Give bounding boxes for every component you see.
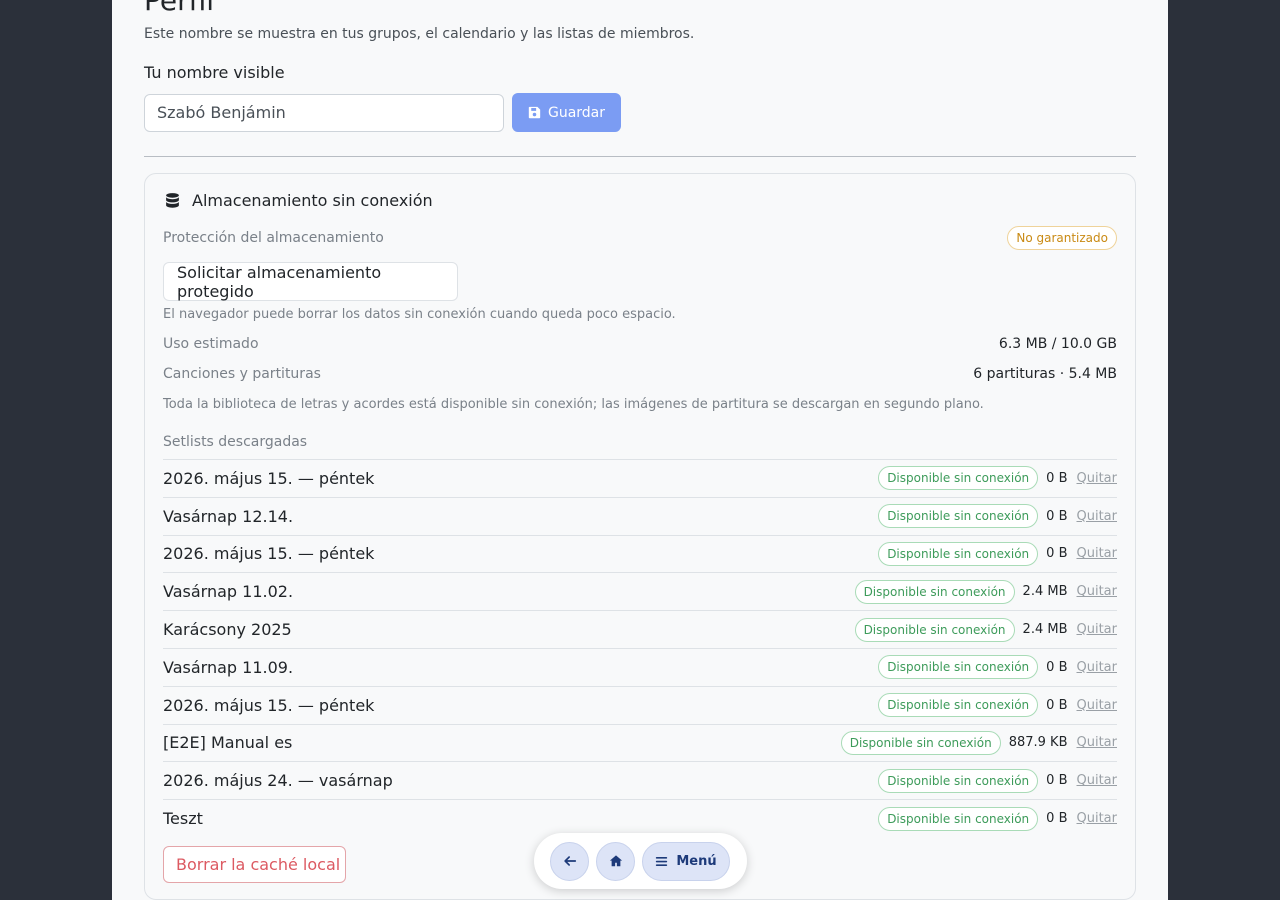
home-button[interactable] [596,841,635,881]
setlist-size: 0 B [1046,546,1068,562]
offline-status-badge: Disponible sin conexión [854,579,1015,604]
offline-status-badge: Disponible sin conexión [878,504,1039,529]
remove-setlist-link[interactable]: Quitar [1077,698,1118,713]
setlist-size: 887.9 KB [1008,735,1068,751]
offline-status-badge: Disponible sin conexión [854,617,1015,642]
setlist-name: Karácsony 2025 [163,620,292,640]
setlist-name: Vasárnap 11.02. [163,582,294,602]
page-subtitle: Este nombre se muestra en tus grupos, el… [144,26,695,42]
setlist-size: 0 B [1046,773,1068,789]
usage-row: Uso estimado 6.3 MB / 10.0 GB [163,336,1117,352]
offline-status-badge: Disponible sin conexión [878,655,1039,680]
remove-setlist-link[interactable]: Quitar [1077,546,1118,561]
home-icon [609,855,622,867]
floppy-disk-icon [528,106,541,119]
offline-status-badge: Disponible sin conexión [878,541,1039,566]
setlist-size: 0 B [1046,697,1068,713]
section-divider [144,156,1136,157]
protection-label: Protección del almacenamiento [163,230,384,246]
setlist-size: 2.4 MB [1022,622,1068,638]
hamburger-icon [656,856,668,866]
save-button-label: Guardar [547,104,606,121]
page-title: Perfil [144,0,215,17]
list-item: Vasárnap 11.09. Disponible sin conexión … [163,647,1118,686]
list-item: 2026. május 24. — vasárnap Disponible si… [163,761,1117,799]
setlist-size: 0 B [1046,470,1068,486]
menu-button-label: Menú [676,853,717,869]
card-header: Almacenamiento sin conexión [164,189,433,211]
menu-button[interactable]: Menú [642,841,730,881]
setlist-name: 2026. május 15. — péntek [163,468,375,488]
list-item: Teszt Disponible sin conexión 0 B Quitar [163,799,1117,837]
offline-status-badge: Disponible sin conexión [878,768,1039,793]
protection-status-badge: No garantizado [1007,226,1117,250]
songs-row: Canciones y partituras 6 partituras · 5.… [163,366,1117,382]
songs-value: 6 partituras · 5.4 MB [973,366,1117,382]
list-item: [E2E] Manual es Disponible sin conexión … [163,723,1118,762]
list-item: 2026. május 15. — péntek Disponible sin … [163,534,1118,573]
setlists-label: Setlists descargadas [163,434,308,450]
protection-row: Protección del almacenamiento No garanti… [163,226,1117,250]
songs-label: Canciones y partituras [163,366,321,382]
offline-status-badge: Disponible sin conexión [878,466,1039,491]
setlist-list: 2026. május 15. — péntek Disponible sin … [163,459,1117,837]
bottom-nav: Menú [534,833,747,889]
remove-setlist-link[interactable]: Quitar [1077,471,1118,486]
setlist-name: 2026. május 15. — péntek [163,695,375,715]
list-item: Vasárnap 12.14. Disponible sin conexión … [163,496,1118,535]
setlist-name: 2026. május 24. — vasárnap [163,771,393,791]
list-item: 2026. május 15. — péntek Disponible sin … [163,685,1118,724]
setlist-name: Teszt [163,809,203,829]
list-item: 2026. május 15. — péntek Disponible sin … [163,459,1117,497]
display-name-input[interactable]: Szabó Benjámin [144,94,504,132]
offline-status-badge: Disponible sin conexión [878,806,1039,831]
display-name-label: Tu nombre visible [144,63,285,82]
setlist-size: 0 B [1046,508,1068,524]
library-note: Toda la biblioteca de letras y acordes e… [163,397,984,412]
setlist-size: 0 B [1046,659,1068,675]
list-item: Vasárnap 11.02. Disponible sin conexión … [163,572,1117,610]
back-button[interactable] [550,841,589,881]
remove-setlist-link[interactable]: Quitar [1077,584,1118,599]
offline-status-badge: Disponible sin conexión [840,730,1001,755]
card-title: Almacenamiento sin conexión [192,190,433,210]
setlist-name: 2026. május 15. — péntek [163,544,375,564]
setlist-name: [E2E] Manual es [163,733,293,753]
setlist-size: 2.4 MB [1022,584,1068,600]
setlist-size: 0 B [1046,811,1068,827]
database-icon [166,192,179,208]
remove-setlist-link[interactable]: Quitar [1077,735,1118,750]
offline-status-badge: Disponible sin conexión [878,693,1039,718]
usage-value: 6.3 MB / 10.0 GB [998,336,1117,352]
remove-setlist-link[interactable]: Quitar [1077,811,1118,826]
remove-setlist-link[interactable]: Quitar [1077,509,1118,524]
remove-setlist-link[interactable]: Quitar [1077,660,1118,675]
save-button[interactable]: Guardar [512,93,621,132]
remove-setlist-link[interactable]: Quitar [1077,773,1118,788]
list-item: Karácsony 2025 Disponible sin conexión 2… [163,610,1117,648]
request-protected-storage-button[interactable]: Solicitar almacenamiento protegido [163,262,458,301]
setlist-name: Vasárnap 12.14. [163,506,294,526]
clear-local-cache-button[interactable]: Borrar la caché local [163,846,346,883]
protect-note: El navegador puede borrar los datos sin … [163,307,676,322]
remove-setlist-link[interactable]: Quitar [1077,622,1118,637]
setlist-name: Vasárnap 11.09. [163,657,294,677]
usage-label: Uso estimado [163,336,259,352]
offline-storage-card: Almacenamiento sin conexión Protección d… [144,173,1136,900]
profile-page: Perfil Este nombre se muestra en tus gru… [112,0,1168,900]
arrow-left-icon [563,856,576,866]
